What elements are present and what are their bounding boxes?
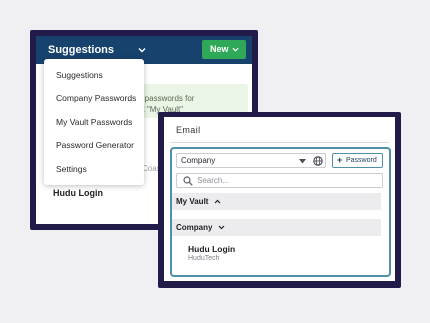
suggestions-dropdown-menu: Suggestions Company Passwords My Vault P…: [44, 59, 144, 185]
chevron-down-icon: [232, 47, 239, 52]
menu-item-my-vault-passwords[interactable]: My Vault Passwords: [56, 117, 132, 127]
chevron-down-icon[interactable]: [138, 46, 146, 54]
section-my-vault[interactable]: My Vault: [172, 193, 381, 210]
search-input[interactable]: [197, 175, 377, 186]
company-select-value: Company: [181, 156, 216, 165]
section-company[interactable]: Company: [172, 219, 381, 236]
menu-item-suggestions[interactable]: Suggestions: [56, 70, 103, 80]
new-button-label: New: [210, 44, 229, 54]
add-password-button[interactable]: + Password: [332, 153, 383, 168]
password-picker-pane: Company + Password My Vault: [170, 147, 391, 277]
section-company-label: Company: [176, 223, 213, 232]
menu-item-company-passwords[interactable]: Company Passwords: [56, 93, 136, 103]
chevron-down-icon: [218, 225, 225, 230]
front-panel: Email Company + Password My: [164, 117, 395, 281]
section-my-vault-label: My Vault: [176, 197, 209, 206]
chevron-up-icon: [214, 199, 221, 204]
suggestions-dropdown-title[interactable]: Suggestions: [48, 44, 114, 56]
search-field[interactable]: [176, 173, 383, 188]
add-password-button-label: Password: [346, 157, 377, 164]
email-field-label[interactable]: Email: [176, 125, 201, 135]
menu-item-password-generator[interactable]: Password Generator: [56, 140, 134, 150]
password-entry-company: HuduTech: [188, 255, 220, 262]
menu-item-settings[interactable]: Settings: [56, 164, 87, 174]
divider: [170, 142, 389, 143]
info-text-line1: o passwords for: [138, 94, 195, 103]
caret-down-icon: [299, 159, 306, 164]
new-button[interactable]: New: [202, 40, 246, 59]
search-icon: [183, 176, 193, 186]
password-entry-name[interactable]: Hudu Login: [53, 188, 103, 198]
password-entry-name[interactable]: Hudu Login: [188, 244, 235, 254]
plus-icon: +: [337, 155, 343, 165]
globe-icon[interactable]: [313, 156, 323, 166]
company-select[interactable]: Company: [176, 153, 326, 168]
